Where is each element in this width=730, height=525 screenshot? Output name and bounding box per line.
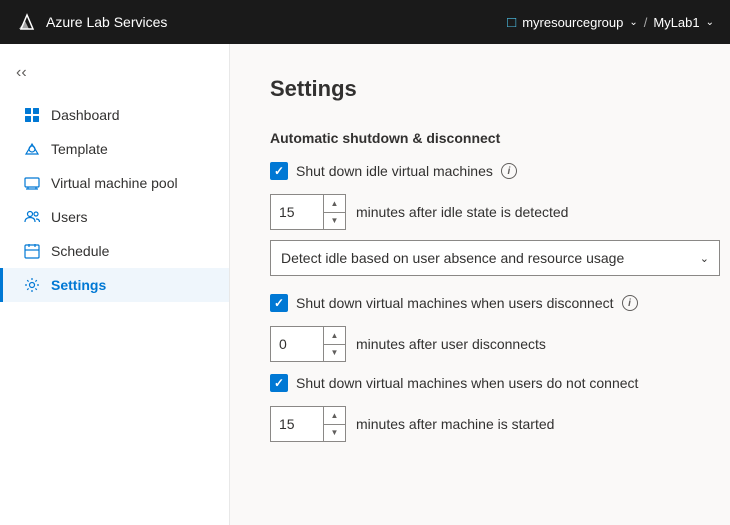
sidebar: ‹‹ Dashboard Template Virtual machine po…: [0, 44, 230, 525]
idle-detect-dropdown-chevron-icon: ⌄: [700, 252, 709, 265]
shutdown-idle-row: ✓ Shut down idle virtual machines i: [270, 162, 690, 180]
lab-link[interactable]: MyLab1 ⌄: [653, 15, 714, 30]
lab-name-label: MyLab1: [653, 15, 699, 30]
shutdown-idle-label: Shut down idle virtual machines: [296, 163, 493, 179]
idle-minutes-input-wrapper: ▲ ▼: [270, 194, 346, 230]
page-title: Settings: [270, 76, 690, 102]
no-connect-minutes-input[interactable]: [271, 407, 325, 441]
no-connect-minutes-input-wrapper: ▲ ▼: [270, 406, 346, 442]
vm-pool-label: Virtual machine pool: [51, 175, 178, 191]
checkmark-icon: ✓: [274, 165, 284, 177]
disconnect-minutes-row: ▲ ▼ minutes after user disconnects: [270, 326, 690, 362]
sidebar-item-settings[interactable]: Settings: [0, 268, 229, 302]
section-title: Automatic shutdown & disconnect: [270, 130, 690, 146]
disconnect-minutes-label: minutes after user disconnects: [356, 336, 546, 352]
dashboard-label: Dashboard: [51, 107, 120, 123]
shutdown-idle-checkbox[interactable]: ✓: [270, 162, 288, 180]
template-label: Template: [51, 141, 108, 157]
azure-logo-icon: [16, 11, 38, 33]
settings-icon: [23, 276, 41, 294]
no-connect-minutes-row: ▲ ▼ minutes after machine is started: [270, 406, 690, 442]
main-content: Settings Automatic shutdown & disconnect…: [230, 44, 730, 525]
settings-label: Settings: [51, 277, 106, 293]
disconnect-minutes-spinners: ▲ ▼: [323, 327, 345, 361]
breadcrumb-separator: /: [644, 15, 648, 30]
app-title: Azure Lab Services: [46, 14, 167, 30]
schedule-label: Schedule: [51, 243, 109, 259]
idle-minutes-spinners: ▲ ▼: [323, 195, 345, 229]
resource-group-icon: □: [507, 14, 516, 31]
resource-group-label: myresourcegroup: [522, 15, 623, 30]
topbar: Azure Lab Services □ myresourcegroup ⌄ /…: [0, 0, 730, 44]
collapse-icon: ‹‹: [16, 64, 27, 82]
shutdown-no-connect-label: Shut down virtual machines when users do…: [296, 375, 638, 391]
sidebar-collapse-button[interactable]: ‹‹: [0, 56, 229, 98]
idle-minutes-row: ▲ ▼ minutes after idle state is detected: [270, 194, 690, 230]
shutdown-disconnect-row: ✓ Shut down virtual machines when users …: [270, 294, 690, 312]
vm-pool-icon: [23, 174, 41, 192]
app-logo: Azure Lab Services: [16, 11, 167, 33]
users-icon: [23, 208, 41, 226]
no-connect-minutes-up-button[interactable]: ▲: [324, 407, 345, 425]
idle-detect-dropdown[interactable]: Detect idle based on user absence and re…: [270, 240, 720, 276]
schedule-icon: [23, 242, 41, 260]
no-connect-minutes-spinners: ▲ ▼: [323, 407, 345, 441]
shutdown-disconnect-label: Shut down virtual machines when users di…: [296, 295, 614, 311]
idle-minutes-label: minutes after idle state is detected: [356, 204, 568, 220]
disconnect-minutes-input[interactable]: [271, 327, 325, 361]
idle-minutes-down-button[interactable]: ▼: [324, 213, 345, 230]
users-label: Users: [51, 209, 88, 225]
disconnect-minutes-up-button[interactable]: ▲: [324, 327, 345, 345]
sidebar-item-template[interactable]: Template: [0, 132, 229, 166]
breadcrumb-nav: □ myresourcegroup ⌄ / MyLab1 ⌄: [507, 14, 714, 31]
main-layout: ‹‹ Dashboard Template Virtual machine po…: [0, 44, 730, 525]
shutdown-idle-info-icon[interactable]: i: [501, 163, 517, 179]
checkmark-icon: ✓: [274, 297, 284, 309]
shutdown-disconnect-info-icon[interactable]: i: [622, 295, 638, 311]
sidebar-item-dashboard[interactable]: Dashboard: [0, 98, 229, 132]
no-connect-minutes-down-button[interactable]: ▼: [324, 425, 345, 442]
no-connect-minutes-label: minutes after machine is started: [356, 416, 554, 432]
resource-group-chevron-icon: ⌄: [629, 17, 637, 28]
idle-minutes-up-button[interactable]: ▲: [324, 195, 345, 213]
shutdown-disconnect-checkbox[interactable]: ✓: [270, 294, 288, 312]
resource-group-link[interactable]: myresourcegroup ⌄: [522, 15, 638, 30]
idle-detect-dropdown-value: Detect idle based on user absence and re…: [281, 250, 624, 266]
shutdown-no-connect-checkbox[interactable]: ✓: [270, 374, 288, 392]
dashboard-icon: [23, 106, 41, 124]
checkmark-icon: ✓: [274, 377, 284, 389]
lab-chevron-icon: ⌄: [706, 17, 714, 28]
sidebar-item-vm-pool[interactable]: Virtual machine pool: [0, 166, 229, 200]
disconnect-minutes-down-button[interactable]: ▼: [324, 345, 345, 362]
shutdown-no-connect-row: ✓ Shut down virtual machines when users …: [270, 374, 690, 392]
sidebar-item-schedule[interactable]: Schedule: [0, 234, 229, 268]
sidebar-item-users[interactable]: Users: [0, 200, 229, 234]
template-icon: [23, 140, 41, 158]
disconnect-minutes-input-wrapper: ▲ ▼: [270, 326, 346, 362]
idle-minutes-input[interactable]: [271, 195, 325, 229]
